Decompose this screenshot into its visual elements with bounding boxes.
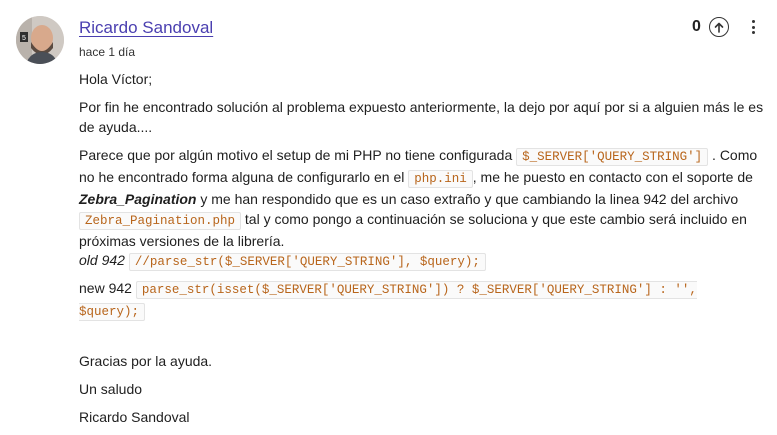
svg-text:5: 5 [22, 35, 26, 42]
comment-timestamp: hace 1 día [79, 45, 136, 59]
upvote-button[interactable] [709, 17, 729, 37]
arrow-up-circle-icon [714, 22, 724, 33]
library-name: Zebra_Pagination [79, 191, 197, 207]
more-options-button[interactable] [746, 17, 760, 37]
inline-code-query-string: $_SERVER['QUERY_STRING'] [516, 148, 709, 166]
inline-code-php-ini: php.ini [408, 170, 473, 188]
old-line-label: old 942 [79, 252, 125, 268]
new-code: parse_str(isset($_SERVER['QUERY_STRING']… [79, 281, 697, 321]
vote-count: 0 [692, 18, 701, 35]
signature-text: Ricardo Sandoval [79, 409, 190, 425]
more-vertical-icon [751, 20, 755, 23]
intro-paragraph: Por fin he encontrado solución al proble… [79, 99, 764, 135]
thanks-text: Gracias por la ayuda. [79, 353, 213, 369]
greeting-text: Hola Víctor; [79, 71, 153, 87]
explanation-paragraph: Parece que por algún motivo el setup de … [79, 147, 758, 249]
new-line-paragraph: new 942 parse_str(isset($_SERVER['QUERY_… [79, 278, 767, 322]
new-line-label: new 942 [79, 280, 132, 296]
regards-text: Un saludo [79, 381, 143, 397]
old-line-paragraph: old 942 //parse_str($_SERVER['QUERY_STRI… [79, 250, 486, 272]
inline-code-filename: Zebra_Pagination.php [79, 212, 242, 230]
author-name-link[interactable]: Ricardo Sandoval [79, 18, 213, 38]
avatar: 5 [16, 16, 64, 64]
old-code: //parse_str($_SERVER['QUERY_STRING'], $q… [128, 253, 486, 271]
